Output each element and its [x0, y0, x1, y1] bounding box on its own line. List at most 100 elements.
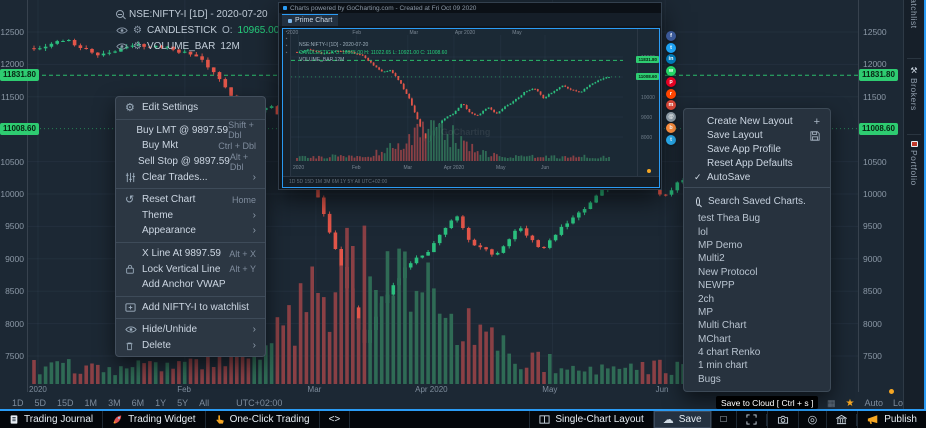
share-blogger-icon[interactable]: b — [666, 123, 676, 133]
menu-item-sell-stop-9897-59[interactable]: Sell Stop @ 9897.59Alt + Dbl — [116, 154, 265, 170]
share-twitter-icon[interactable]: t — [666, 43, 676, 53]
menu-item-buy-lmt-9897-59[interactable]: Buy LMT @ 9897.59Shift + Dbl — [116, 123, 265, 139]
timeframe-all[interactable]: All — [199, 398, 209, 408]
side-tab-strip: Watchlist ⚒ Brokers Portfolio — [903, 0, 924, 409]
auto-scale-toggle[interactable]: Auto — [864, 398, 883, 408]
megaphone-icon — [867, 414, 879, 425]
menu-item-autosave[interactable]: ✓AutoSave — [684, 170, 830, 184]
menu-item-edit-settings[interactable]: ⚙Edit Settings — [116, 100, 265, 116]
menu-item-lock-vertical-line[interactable]: Lock Vertical LineAlt + Y — [116, 261, 265, 277]
menu-item-reset-chart[interactable]: ↺Reset ChartHome — [116, 192, 265, 208]
saved-chart-bugs[interactable]: Bugs — [684, 373, 830, 386]
maximize-button[interactable]: □ — [711, 411, 736, 428]
price-tick: 10500 — [0, 157, 27, 167]
menu-item-delete[interactable]: Delete› — [116, 338, 265, 354]
watchlist-add-icon — [125, 302, 142, 313]
popup-title-bar: Charts powered by GoCharting.com - Creat… — [279, 3, 661, 13]
zoom-out-icon[interactable] — [116, 10, 124, 18]
menu-item-appearance[interactable]: Appearance› — [116, 223, 265, 239]
menu-item-add-anchor-vwap[interactable]: Add Anchor VWAP — [116, 277, 265, 293]
single-chart-layout-button[interactable]: Single-Chart Layout — [529, 411, 652, 428]
timeframe-5d[interactable]: 5D — [35, 398, 47, 408]
star-icon[interactable]: ★ — [845, 398, 854, 409]
price-axis-right[interactable]: 1250012000115001050010000950090008500800… — [858, 0, 904, 392]
save-to-cloud-tooltip: Save to Cloud [ Ctrl + s ] — [716, 396, 818, 409]
share-whatsapp-icon[interactable]: w — [666, 66, 676, 76]
saved-chart-1-min-chart[interactable]: 1 min chart — [684, 359, 830, 372]
crosshair-button[interactable]: ◎ — [798, 411, 827, 428]
trash-icon — [125, 341, 142, 351]
trading-widget-button[interactable]: Trading Widget — [103, 411, 205, 428]
share-pinterest-icon[interactable]: p — [666, 77, 676, 87]
price-tick: 10500 — [859, 157, 904, 167]
share-telegram-icon[interactable]: t — [666, 135, 676, 145]
timeframe-1y[interactable]: 1Y — [155, 398, 166, 408]
tab-portfolio[interactable]: Portfolio — [904, 141, 924, 186]
share-reddit-icon[interactable]: r — [666, 89, 676, 99]
share-email-icon[interactable]: @ — [666, 112, 676, 122]
timeframe-15d[interactable]: 15D — [57, 398, 74, 408]
popup-tab-prime-chart[interactable]: Prime Chart — [282, 14, 338, 26]
grid-icon[interactable]: ▦ — [827, 398, 836, 409]
saved-chart-mp[interactable]: MP — [684, 306, 830, 319]
search-input[interactable] — [708, 196, 820, 207]
menu-item-save-layout[interactable]: Save Layout — [684, 129, 830, 143]
saved-chart-newpp[interactable]: NEWPP — [684, 279, 830, 292]
timeframe-1d[interactable]: 1D — [12, 398, 24, 408]
trading-journal-button[interactable]: Trading Journal — [0, 411, 103, 428]
menu-item-save-app-profile[interactable]: Save App Profile — [684, 143, 830, 157]
saved-charts-list: test Thea BuglolMP DemoMulti2New Protoco… — [684, 212, 830, 386]
menu-item-hide-unhide[interactable]: Hide/Unhide› — [116, 322, 265, 338]
tab-brokers[interactable]: ⚒ Brokers — [904, 66, 924, 111]
menu-item-x-line-at-9897-59[interactable]: X Line At 9897.59Alt + X — [116, 246, 265, 262]
code-button[interactable]: <> — [320, 411, 351, 428]
open-value: 10965.00 — [238, 25, 280, 36]
timeframe-6m[interactable]: 6M — [132, 398, 145, 408]
saved-chart-multi2[interactable]: Multi2 — [684, 252, 830, 265]
eye-icon[interactable] — [116, 26, 128, 35]
saved-chart-mchart[interactable]: MChart — [684, 333, 830, 346]
menu-item-theme[interactable]: Theme› — [116, 208, 265, 224]
gear-icon[interactable]: ⚙ — [133, 25, 142, 36]
fullscreen-button[interactable] — [736, 411, 766, 428]
expand-icon — [746, 414, 757, 425]
saved-chart-multi-chart[interactable]: Multi Chart — [684, 319, 830, 332]
share-linkedin-icon[interactable]: in — [666, 54, 676, 64]
eye-icon[interactable] — [116, 42, 128, 51]
price-tick: 8000 — [0, 319, 27, 329]
saved-charts-search[interactable] — [684, 191, 830, 212]
price-tick: 8500 — [859, 286, 904, 296]
gear-icon[interactable]: ⚙ — [133, 41, 142, 52]
publish-button[interactable]: Publish — [857, 411, 926, 428]
timeframe-1m[interactable]: 1M — [85, 398, 98, 408]
one-click-trading-button[interactable]: One-Click Trading — [206, 411, 320, 428]
share-facebook-icon[interactable]: f — [666, 31, 676, 41]
saved-chart-lol[interactable]: lol — [684, 225, 830, 238]
saved-chart-test-thea-bug[interactable]: test Thea Bug — [684, 212, 830, 225]
saved-chart-mp-demo[interactable]: MP Demo — [684, 239, 830, 252]
price-axis-left[interactable]: 1250012000115001050010000950090008500800… — [0, 0, 28, 392]
marketplace-button[interactable] — [826, 411, 856, 428]
popup-timeframe-bar: 1D 5D 15D 1M 3M 6M 1Y 5Y All UTC+02:00 — [283, 176, 659, 187]
share-gmail-icon[interactable]: m — [666, 100, 676, 110]
screenshot-button[interactable] — [767, 411, 798, 428]
save-button[interactable]: ☁Save — [653, 411, 711, 428]
timeframe-3m[interactable]: 3M — [108, 398, 121, 408]
menu-item-create-new-layout[interactable]: Create New Layout+ — [684, 115, 830, 129]
saved-chart-4-chart-renko[interactable]: 4 chart Renko — [684, 346, 830, 359]
timezone-selector[interactable]: UTC+02:00 — [236, 398, 282, 408]
pointer-icon — [215, 414, 225, 425]
popup-toolbar-strip: ▪▪▪▪ — [283, 29, 291, 187]
timeframe-list: 1D 5D 15D 1M 3M 6M 1Y 5Y All — [12, 398, 209, 408]
journal-icon — [9, 414, 19, 425]
price-badge: 11831.80 — [859, 69, 898, 81]
popup-status-dot — [647, 169, 651, 173]
saved-chart-new-protocol[interactable]: New Protocol — [684, 266, 830, 279]
menu-item-clear-trades[interactable]: Clear Trades...› — [116, 169, 265, 185]
tab-watchlist[interactable]: Watchlist — [904, 0, 924, 29]
menu-item-add-nifty-i-to-watchlist[interactable]: Add NIFTY-I to watchlist — [116, 300, 265, 316]
price-badge: 11008.60 — [859, 123, 898, 135]
timeframe-5y[interactable]: 5Y — [177, 398, 188, 408]
saved-chart-2ch[interactable]: 2ch — [684, 292, 830, 305]
menu-item-reset-app-defaults[interactable]: Reset App Defaults — [684, 156, 830, 170]
